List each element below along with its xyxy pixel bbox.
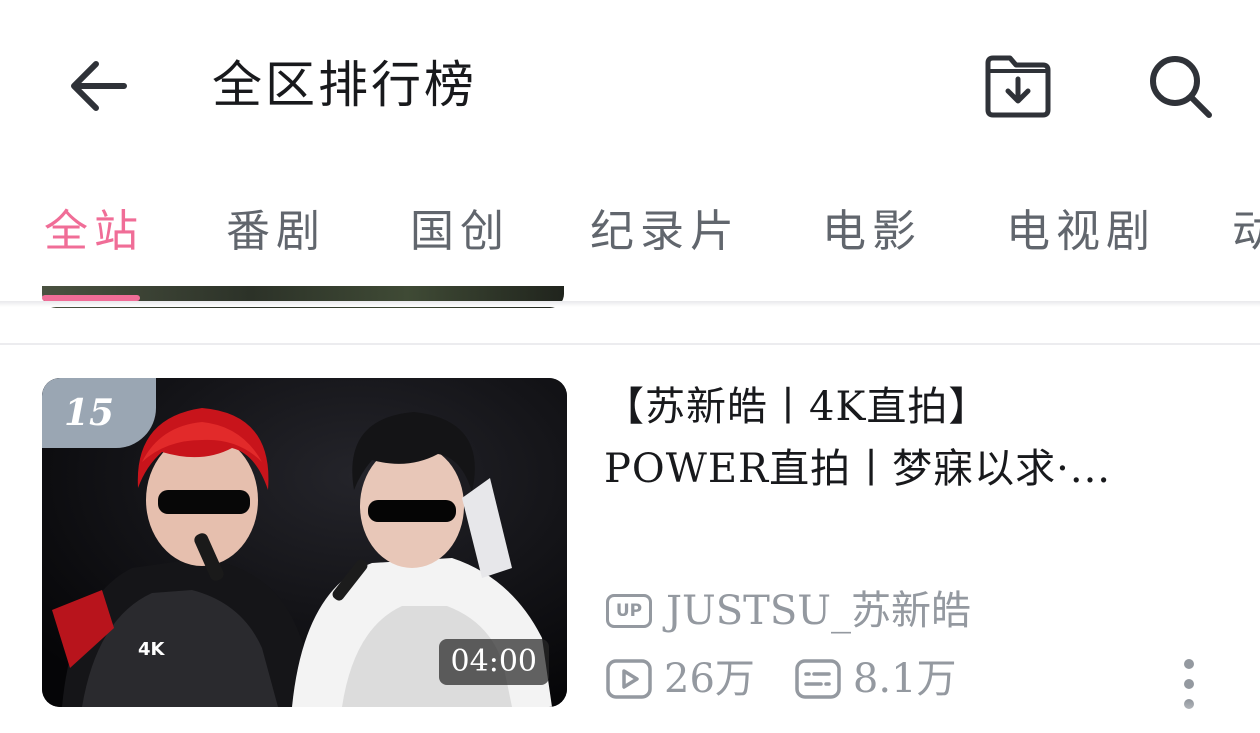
uploader-name: JUSTSU_苏新皓 xyxy=(666,588,971,634)
download-button[interactable] xyxy=(976,48,1060,124)
tab-movie[interactable]: 电影 xyxy=(822,202,922,262)
view-count: 26万 xyxy=(664,656,755,702)
back-button[interactable] xyxy=(62,50,134,122)
search-icon xyxy=(1150,56,1212,118)
top-bar: 全区排行榜 xyxy=(0,0,1260,170)
tab-anime[interactable]: 动 xyxy=(1232,202,1260,262)
danmaku-count: 8.1万 xyxy=(852,656,957,702)
rank-badge: 15 xyxy=(42,378,156,448)
tab-documentary[interactable]: 纪录片 xyxy=(590,202,740,262)
stats-row: 26万 8.1万 xyxy=(606,654,957,704)
tabs-divider xyxy=(0,301,1260,307)
page-title: 全区排行榜 xyxy=(212,56,477,114)
search-button[interactable] xyxy=(1140,46,1220,126)
tab-guochuang[interactable]: 国创 xyxy=(410,202,510,262)
duration-badge: 04:00 xyxy=(438,639,549,685)
video-title-line-2: POWER直拍丨梦寐以求·... xyxy=(604,446,1111,492)
category-tabs: 全站 番剧 国创 纪录片 电影 电视剧 动 xyxy=(0,170,1260,302)
tab-bangumi[interactable]: 番剧 xyxy=(226,202,326,262)
video-thumbnail[interactable]: 4K 15 04:00 xyxy=(42,378,567,707)
danmaku-icon xyxy=(795,659,841,699)
list-divider xyxy=(0,343,1260,345)
video-title-line-1: 【苏新皓丨4K直拍】 xyxy=(604,384,990,430)
bottom-fade xyxy=(1090,700,1260,733)
back-arrow-icon xyxy=(71,61,127,111)
download-folder-icon xyxy=(985,55,1051,118)
up-badge-icon: UP xyxy=(606,594,652,628)
tab-tv-series[interactable]: 电视剧 xyxy=(1006,202,1156,262)
thumbnail-watermark-text: 4K xyxy=(138,639,166,660)
play-count-icon xyxy=(606,659,652,699)
uploader-row[interactable]: UP JUSTSU_苏新皓 xyxy=(606,586,971,636)
video-title[interactable]: 【苏新皓丨4K直拍】 POWER直拍丨梦寐以求·... xyxy=(604,376,1204,500)
tab-all[interactable]: 全站 xyxy=(44,202,144,262)
